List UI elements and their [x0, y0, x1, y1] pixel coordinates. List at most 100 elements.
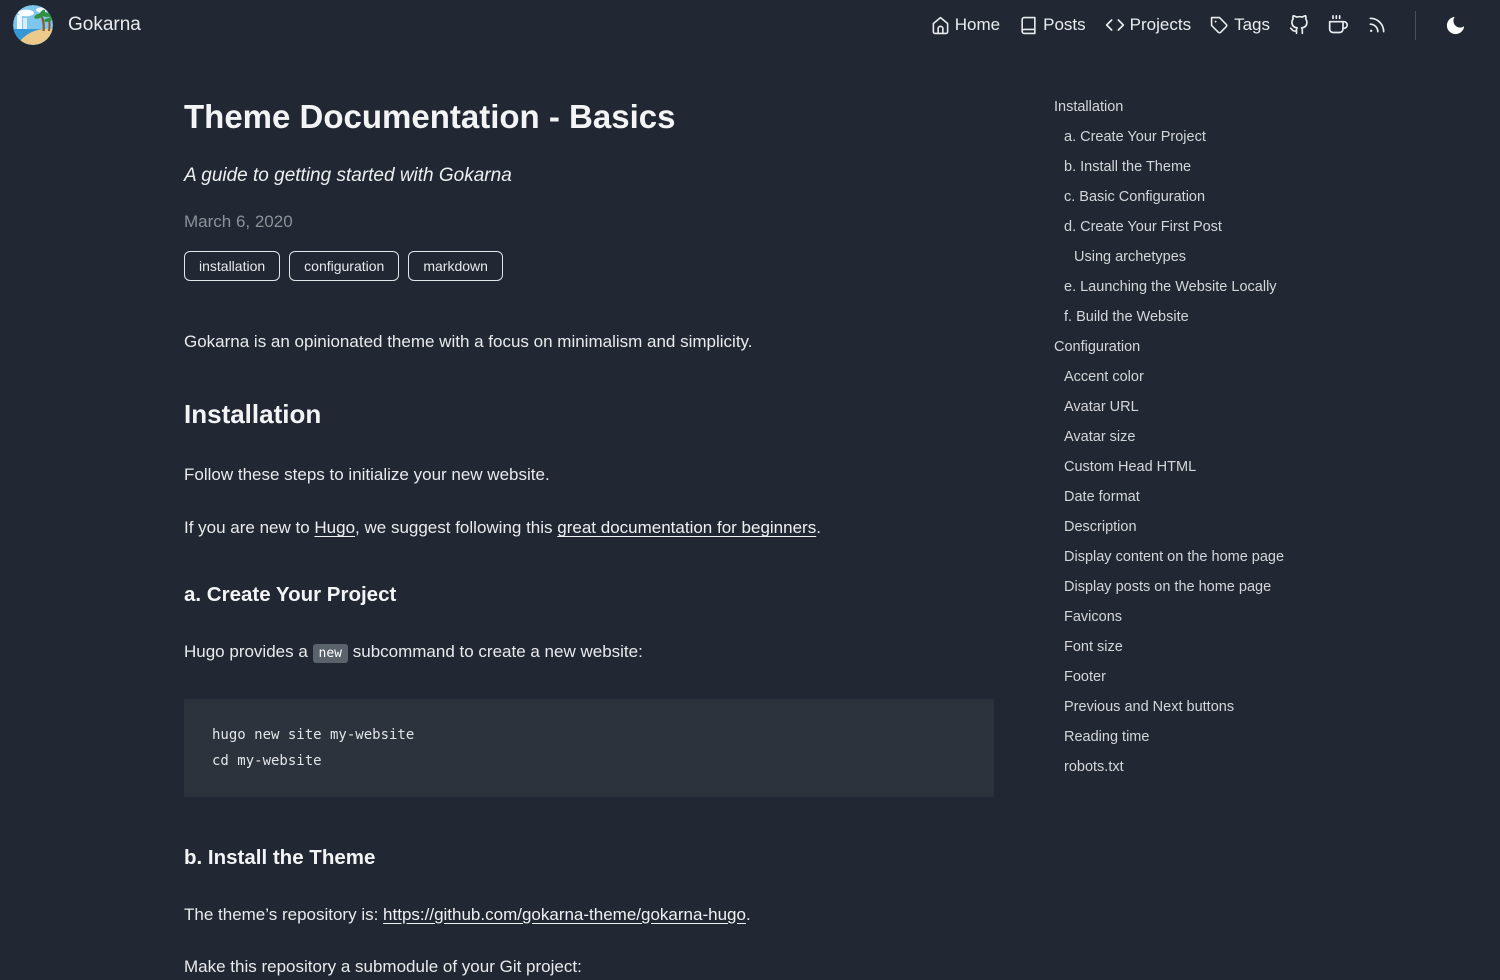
toc-link-display-posts-home[interactable]: Display posts on the home page — [1064, 579, 1271, 595]
inline-code-new: new — [313, 644, 348, 663]
toc-item: Footer — [1054, 662, 1284, 692]
toc-link-configuration[interactable]: Configuration — [1054, 339, 1140, 355]
toc-item: Display posts on the home page — [1054, 572, 1284, 602]
table-of-contents: Installation a. Create Your Project b. I… — [1054, 50, 1284, 782]
home-icon — [931, 16, 950, 35]
github-link[interactable] — [1289, 15, 1309, 35]
repository-paragraph: The theme’s repository is: https://githu… — [184, 903, 994, 928]
text-segment: If you are new to — [184, 518, 314, 537]
tag-icon — [1210, 16, 1229, 35]
nav-label-projects: Projects — [1130, 15, 1191, 35]
hugo-provides-paragraph: Hugo provides a new subcommand to create… — [184, 640, 994, 665]
toc-item: Display content on the home page — [1054, 542, 1284, 572]
toc-link-date-format[interactable]: Date format — [1064, 489, 1140, 505]
rss-icon — [1367, 15, 1387, 35]
text-segment: , we suggest following this — [355, 518, 557, 537]
site-title: Gokarna — [68, 14, 141, 36]
text-segment: Hugo provides a — [184, 642, 313, 661]
toc-link-installation[interactable]: Installation — [1054, 99, 1123, 115]
toc-link-robots-txt[interactable]: robots.txt — [1064, 759, 1124, 775]
publish-date: March 6, 2020 — [184, 210, 994, 235]
nav-label-posts: Posts — [1043, 15, 1086, 35]
toc-link-basic-configuration[interactable]: c. Basic Configuration — [1064, 189, 1205, 205]
intro-paragraph: Gokarna is an opinionated theme with a f… — [184, 330, 994, 355]
text-segment: The theme’s repository is: — [184, 905, 383, 924]
tag-installation[interactable]: installation — [184, 251, 280, 281]
site-avatar — [13, 5, 53, 45]
toc-link-build-the-website[interactable]: f. Build the Website — [1064, 309, 1189, 325]
top-navbar: Gokarna Home Posts Projects — [0, 0, 1500, 50]
toc-link-reading-time[interactable]: Reading time — [1064, 729, 1149, 745]
repository-link[interactable]: https://github.com/gokarna-theme/gokarna… — [383, 905, 746, 924]
install-theme-heading: b. Install the Theme — [184, 846, 994, 870]
text-segment: . — [746, 905, 751, 924]
hugo-link[interactable]: Hugo — [314, 518, 355, 537]
toc-item: Configuration — [1054, 332, 1284, 362]
toc-item: f. Build the Website — [1054, 302, 1284, 332]
toc-item: Reading time — [1054, 722, 1284, 752]
toc-link-install-the-theme[interactable]: b. Install the Theme — [1064, 159, 1191, 175]
toc-link-display-content-home[interactable]: Display content on the home page — [1064, 549, 1284, 565]
toc-link-custom-head-html[interactable]: Custom Head HTML — [1064, 459, 1196, 475]
rss-link[interactable] — [1367, 15, 1387, 35]
toc-item: Font size — [1054, 632, 1284, 662]
toc-item: Accent color — [1054, 362, 1284, 392]
tag-configuration[interactable]: configuration — [289, 251, 399, 281]
toc-link-avatar-url[interactable]: Avatar URL — [1064, 399, 1139, 415]
coffee-link[interactable] — [1328, 15, 1348, 35]
book-icon — [1019, 16, 1038, 35]
github-icon — [1289, 15, 1309, 35]
nav-link-posts[interactable]: Posts — [1019, 15, 1086, 35]
toc-item: d. Create Your First Post — [1054, 212, 1284, 242]
toc-list: Installation a. Create Your Project b. I… — [1054, 92, 1284, 782]
code-line: cd my-website — [212, 748, 966, 774]
toc-item: b. Install the Theme — [1054, 152, 1284, 182]
toc-item: Favicons — [1054, 602, 1284, 632]
coffee-icon — [1328, 15, 1348, 35]
page-title: Theme Documentation - Basics — [184, 98, 994, 136]
text-segment: subcommand to create a new website: — [348, 642, 643, 661]
toc-item: Custom Head HTML — [1054, 452, 1284, 482]
follow-steps-paragraph: Follow these steps to initialize your ne… — [184, 463, 994, 488]
hugo-docs-link[interactable]: great documentation for beginners — [557, 518, 816, 537]
toc-item: Using archetypes — [1054, 242, 1284, 272]
toc-item: Date format — [1054, 482, 1284, 512]
toc-link-create-your-first-post[interactable]: d. Create Your First Post — [1064, 219, 1222, 235]
submodule-paragraph: Make this repository a submodule of your… — [184, 955, 994, 980]
toc-link-previous-next-buttons[interactable]: Previous and Next buttons — [1064, 699, 1234, 715]
page-body: Theme Documentation - Basics A guide to … — [0, 50, 1500, 980]
toc-link-create-your-project[interactable]: a. Create Your Project — [1064, 129, 1206, 145]
nav-label-tags: Tags — [1234, 15, 1270, 35]
toc-item: a. Create Your Project — [1054, 122, 1284, 152]
toc-link-footer[interactable]: Footer — [1064, 669, 1106, 685]
toc-item: Avatar URL — [1054, 392, 1284, 422]
nav-link-home[interactable]: Home — [931, 15, 1000, 35]
new-to-hugo-paragraph: If you are new to Hugo, we suggest follo… — [184, 516, 994, 541]
theme-toggle-button[interactable] — [1444, 14, 1467, 37]
tag-list: installation configuration markdown — [184, 251, 994, 281]
toc-item: Avatar size — [1054, 422, 1284, 452]
nav-label-home: Home — [955, 15, 1000, 35]
toc-link-favicons[interactable]: Favicons — [1064, 609, 1122, 625]
moon-icon — [1444, 14, 1467, 37]
text-segment: . — [816, 518, 821, 537]
toc-link-font-size[interactable]: Font size — [1064, 639, 1123, 655]
toc-link-description[interactable]: Description — [1064, 519, 1137, 535]
toc-link-accent-color[interactable]: Accent color — [1064, 369, 1144, 385]
article: Theme Documentation - Basics A guide to … — [184, 50, 994, 980]
tag-markdown[interactable]: markdown — [408, 251, 503, 281]
nav-link-projects[interactable]: Projects — [1105, 15, 1191, 35]
toc-item: c. Basic Configuration — [1054, 182, 1284, 212]
code-icon — [1105, 15, 1125, 35]
toc-link-using-archetypes[interactable]: Using archetypes — [1074, 249, 1186, 265]
toc-item: robots.txt — [1054, 752, 1284, 782]
create-project-heading: a. Create Your Project — [184, 583, 994, 607]
brand-home-link[interactable]: Gokarna — [13, 5, 141, 45]
toc-link-launching-the-website-locally[interactable]: e. Launching the Website Locally — [1064, 279, 1277, 295]
main-nav: Home Posts Projects Tags — [931, 11, 1467, 40]
toc-item: Previous and Next buttons — [1054, 692, 1284, 722]
code-line: hugo new site my-website — [212, 722, 966, 748]
nav-link-tags[interactable]: Tags — [1210, 15, 1270, 35]
toc-link-avatar-size[interactable]: Avatar size — [1064, 429, 1135, 445]
toc-item: e. Launching the Website Locally — [1054, 272, 1284, 302]
